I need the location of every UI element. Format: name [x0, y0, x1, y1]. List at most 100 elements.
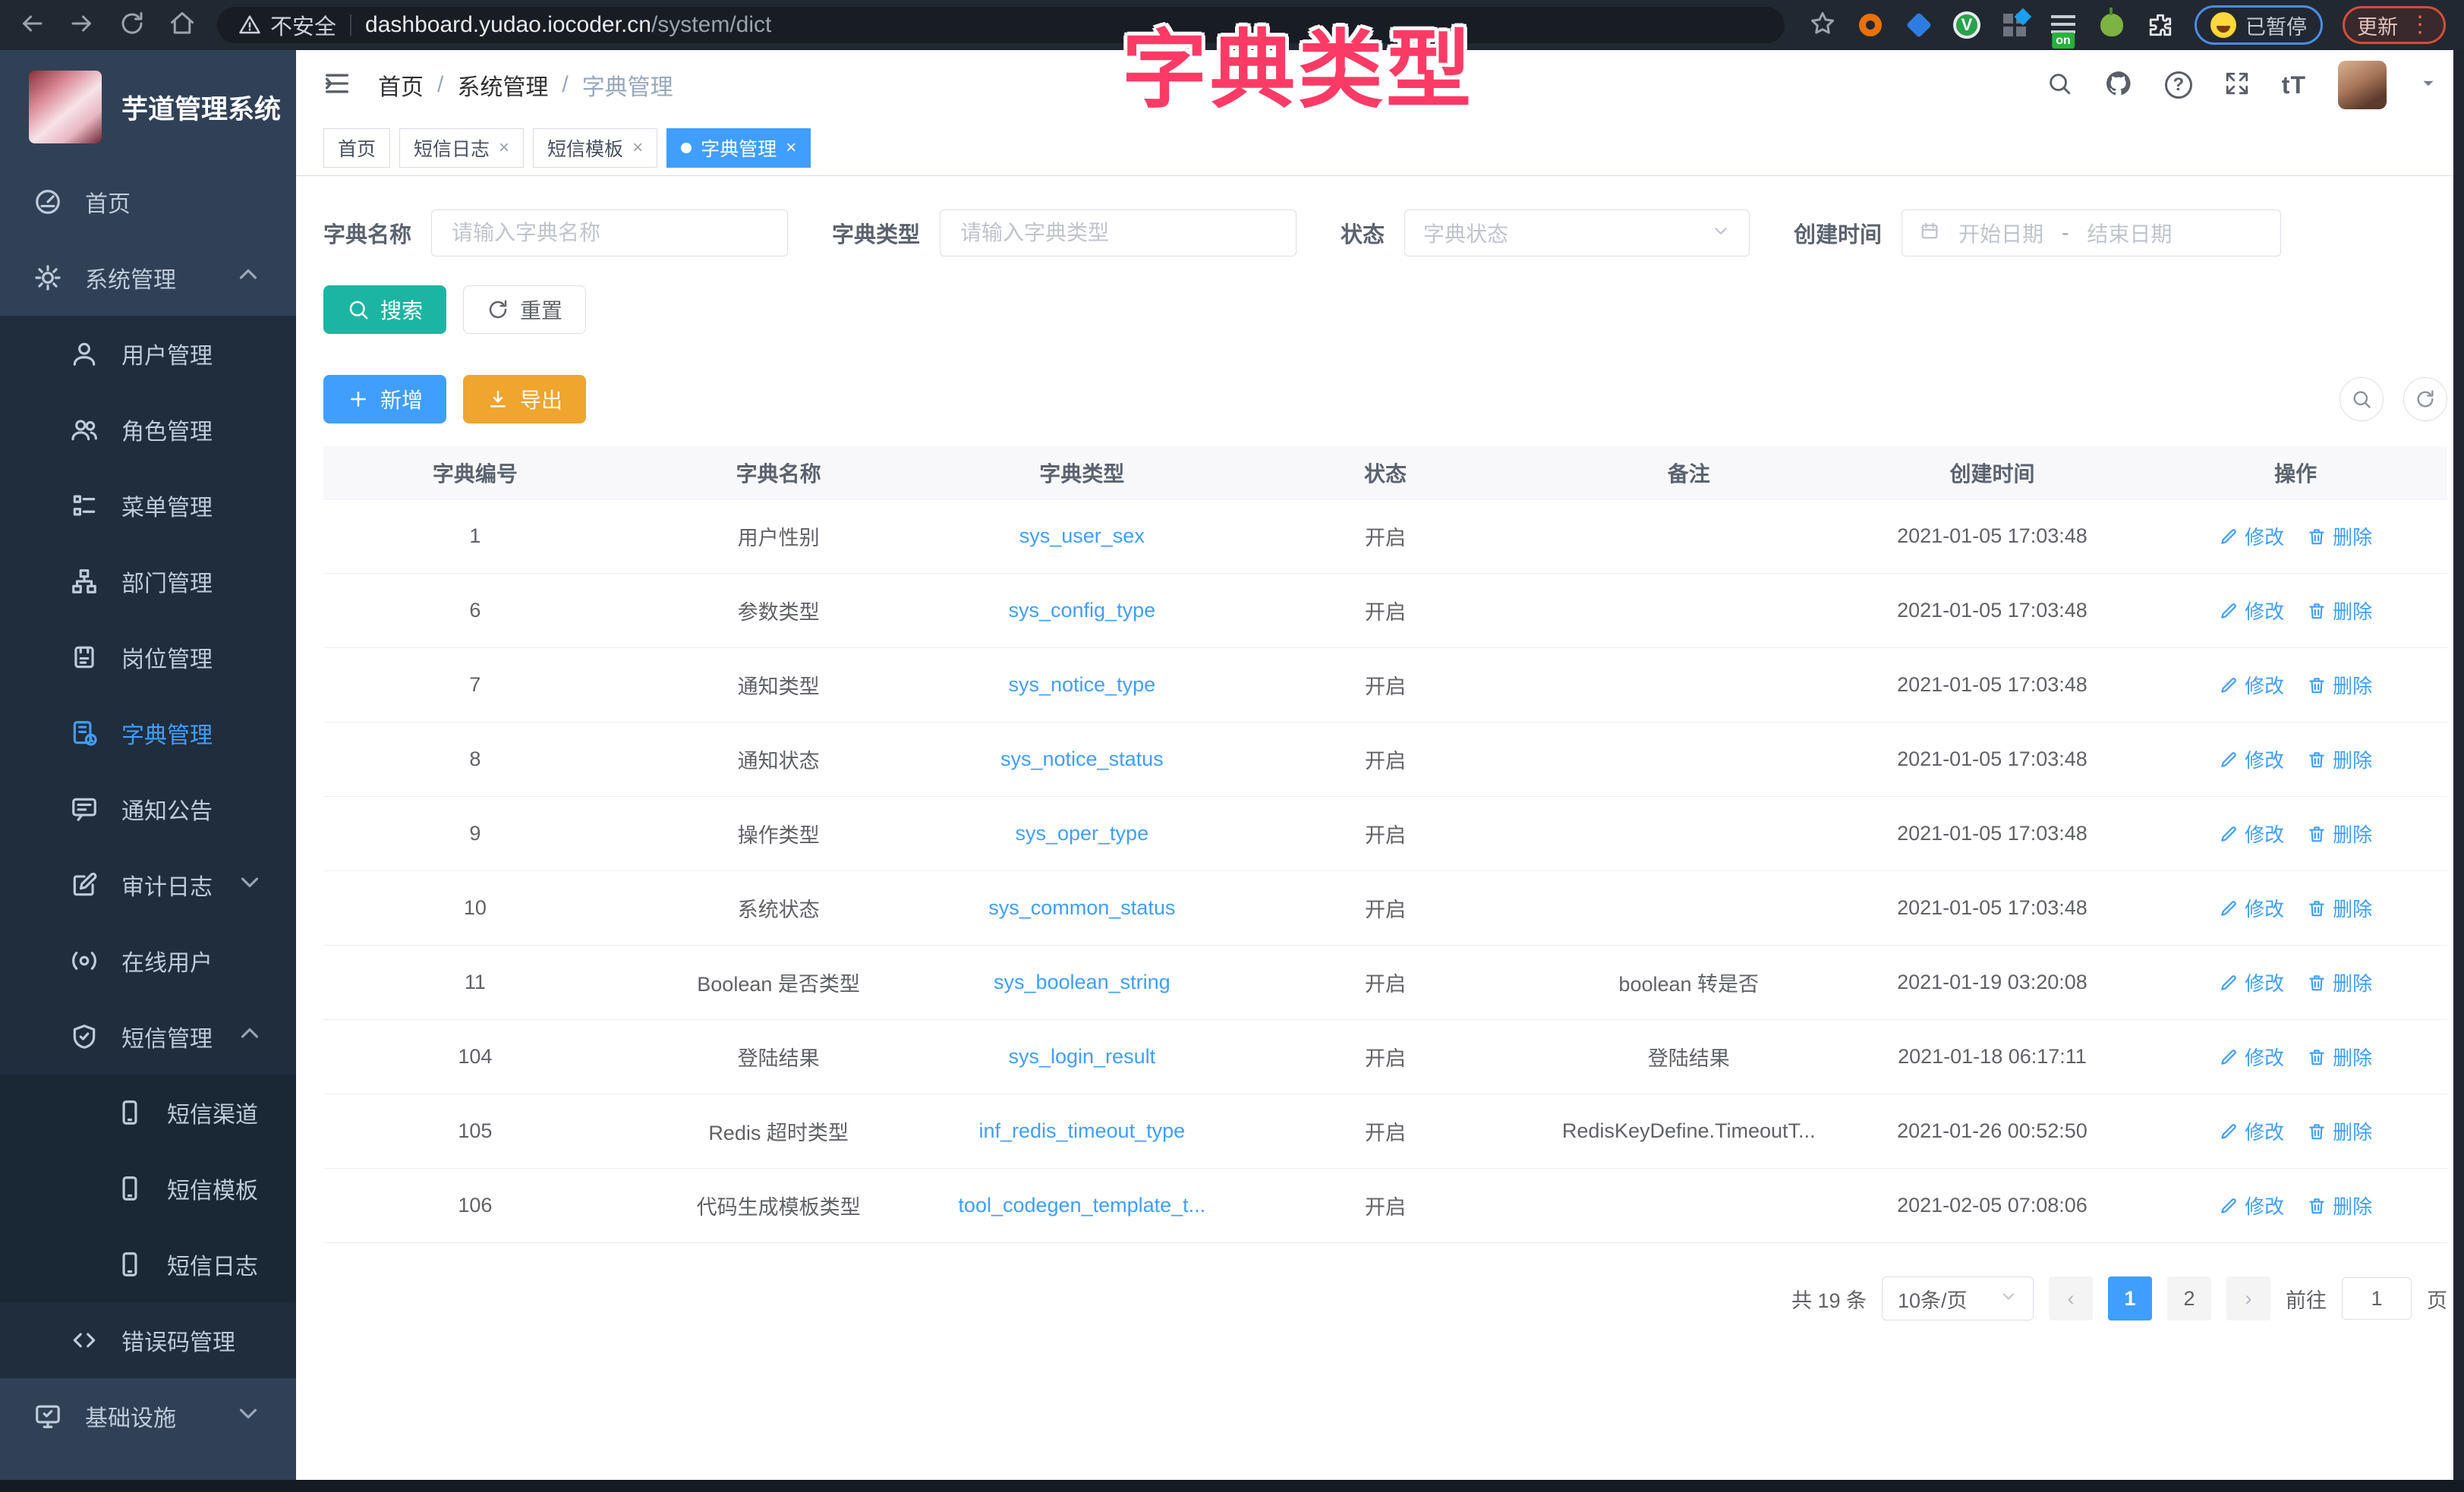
page-1-button[interactable]: 1	[2108, 1276, 2152, 1320]
edit-button[interactable]: 修改	[2219, 1043, 2284, 1071]
breadcrumb-home[interactable]: 首页	[378, 68, 424, 102]
browser-update-button[interactable]: 更新 ⋮	[2343, 6, 2446, 44]
edit-button[interactable]: 修改	[2219, 596, 2284, 625]
extension-blue-gem-icon[interactable]	[1905, 11, 1933, 39]
tab-home[interactable]: 首页	[323, 127, 391, 168]
delete-button[interactable]: 删除	[2307, 1117, 2372, 1145]
browser-menu-icon[interactable]: ⋮	[2409, 14, 2431, 36]
header-search-icon[interactable]	[2047, 71, 2072, 100]
font-size-icon[interactable]: tT	[2282, 71, 2306, 99]
dict-type-link[interactable]: sys_config_type	[1008, 599, 1155, 622]
sidebar-item-sms[interactable]: 短信管理	[0, 999, 296, 1075]
sidebar-item-home[interactable]: 首页	[0, 164, 296, 240]
security-indicator[interactable]: 不安全	[238, 9, 336, 41]
delete-button[interactable]: 删除	[2307, 522, 2372, 550]
dict-type-link[interactable]: sys_user_sex	[1019, 524, 1145, 547]
extension-sprout-icon[interactable]	[2097, 8, 2126, 39]
edit-button[interactable]: 修改	[2219, 671, 2284, 699]
sidebar-item-menus[interactable]: 菜单管理	[0, 467, 296, 543]
sidebar-item-roles[interactable]: 角色管理	[0, 392, 296, 467]
delete-button[interactable]: 删除	[2307, 968, 2372, 996]
edit-button[interactable]: 修改	[2219, 820, 2284, 848]
sidebar-item-positions[interactable]: 岗位管理	[0, 619, 296, 695]
close-icon[interactable]: ×	[632, 137, 643, 159]
paused-extension-badge[interactable]: 已暂停	[2195, 5, 2323, 45]
scrollbar-track[interactable]	[2453, 50, 2464, 1492]
edit-button[interactable]: 修改	[2219, 894, 2284, 922]
sidebar-item-users[interactable]: 用户管理	[0, 316, 296, 392]
sidebar-item-sms-template[interactable]: 短信模板	[0, 1150, 296, 1226]
sidebar-item-infrastructure[interactable]: 基础设施	[0, 1378, 296, 1454]
delete-button[interactable]: 删除	[2307, 671, 2372, 699]
sidebar-item-dict[interactable]: 字典管理	[0, 695, 296, 771]
sidebar-item-sms-log[interactable]: 短信日志	[0, 1226, 296, 1302]
fullscreen-icon[interactable]	[2224, 71, 2250, 100]
help-icon[interactable]: ?	[2164, 71, 2192, 99]
extension-orange-ring-icon[interactable]	[1856, 11, 1885, 39]
page-size-select[interactable]: 10条/页	[1882, 1276, 2034, 1320]
sidebar-item-audit-log[interactable]: 审计日志	[0, 847, 296, 923]
show-search-button[interactable]	[2340, 377, 2384, 421]
next-page-button[interactable]: ›	[2226, 1276, 2270, 1320]
dict-type-link[interactable]: sys_notice_status	[1000, 748, 1164, 770]
close-icon[interactable]: ×	[786, 137, 796, 159]
filter-form: 字典名称 字典类型 状态 字典状态 创建时间	[323, 209, 2447, 257]
dict-type-input[interactable]	[940, 209, 1297, 257]
reset-button[interactable]: 重置	[463, 285, 587, 334]
status-select[interactable]: 字典状态	[1404, 209, 1750, 257]
browser-reload-icon[interactable]	[118, 10, 146, 41]
add-button[interactable]: 新增	[323, 375, 447, 423]
extension-vue-devtools-icon[interactable]: V	[1953, 11, 1980, 39]
github-icon[interactable]	[2104, 69, 2133, 102]
extension-list-icon[interactable]: on	[2049, 11, 2078, 49]
dict-type-link[interactable]: sys_common_status	[988, 896, 1175, 919]
edit-button[interactable]: 修改	[2219, 745, 2284, 773]
delete-button[interactable]: 删除	[2307, 820, 2372, 848]
goto-page-input[interactable]	[2342, 1277, 2412, 1320]
edit-button[interactable]: 修改	[2219, 1191, 2284, 1220]
bookmark-star-icon[interactable]	[1809, 10, 1836, 41]
delete-button[interactable]: 删除	[2307, 894, 2372, 922]
sidebar-toggle-icon[interactable]	[322, 68, 352, 102]
cell-dict-id: 104	[458, 1045, 493, 1068]
refresh-table-button[interactable]	[2403, 377, 2447, 421]
dict-type-link[interactable]: inf_redis_timeout_type	[978, 1119, 1185, 1142]
browser-home-icon[interactable]	[169, 10, 196, 41]
sidebar-item-system[interactable]: 系统管理	[0, 240, 296, 316]
extension-grid-icon[interactable]	[2000, 11, 2029, 39]
edit-button[interactable]: 修改	[2219, 1117, 2284, 1145]
tab-sms-template[interactable]: 短信模板 ×	[533, 127, 658, 168]
delete-button[interactable]: 删除	[2307, 596, 2372, 625]
delete-button[interactable]: 删除	[2307, 1191, 2372, 1220]
dict-type-link[interactable]: tool_codegen_template_t...	[958, 1194, 1205, 1217]
avatar-caret-down-icon[interactable]	[2418, 74, 2438, 97]
dict-type-link[interactable]: sys_oper_type	[1015, 822, 1149, 845]
sidebar-item-sms-channel[interactable]: 短信渠道	[0, 1075, 296, 1150]
dict-type-link[interactable]: sys_login_result	[1008, 1045, 1155, 1068]
browser-back-icon[interactable]	[18, 10, 46, 41]
tab-sms-log[interactable]: 短信日志 ×	[399, 127, 525, 168]
edit-button[interactable]: 修改	[2219, 522, 2284, 550]
create-time-range-picker[interactable]: 开始日期 - 结束日期	[1902, 209, 2282, 257]
search-button[interactable]: 搜索	[323, 285, 447, 334]
edit-button[interactable]: 修改	[2219, 968, 2284, 996]
sidebar-item-online-users[interactable]: 在线用户	[0, 923, 296, 999]
dict-name-input[interactable]	[431, 209, 789, 257]
sidebar-item-error-code[interactable]: 错误码管理	[0, 1302, 296, 1378]
delete-button[interactable]: 删除	[2307, 1043, 2372, 1071]
tab-dict-active[interactable]: 字典管理 ×	[666, 127, 811, 168]
user-avatar[interactable]	[2338, 61, 2387, 109]
close-icon[interactable]: ×	[499, 137, 509, 159]
page-2-button[interactable]: 2	[2167, 1276, 2211, 1320]
dict-type-link[interactable]: sys_boolean_string	[994, 971, 1171, 993]
extensions-puzzle-icon[interactable]	[2146, 11, 2175, 39]
sidebar-item-departments[interactable]: 部门管理	[0, 543, 296, 619]
sidebar-item-notice[interactable]: 通知公告	[0, 771, 296, 847]
dict-type-link[interactable]: sys_notice_type	[1008, 673, 1155, 696]
browser-forward-icon[interactable]	[68, 10, 96, 41]
export-button[interactable]: 导出	[463, 375, 587, 423]
address-bar[interactable]: 不安全 dashboard.yudao.iocoder.cn/system/di…	[217, 7, 1785, 43]
breadcrumb-system[interactable]: 系统管理	[457, 68, 548, 102]
delete-button[interactable]: 删除	[2307, 745, 2372, 773]
prev-page-button[interactable]: ‹	[2049, 1276, 2093, 1320]
